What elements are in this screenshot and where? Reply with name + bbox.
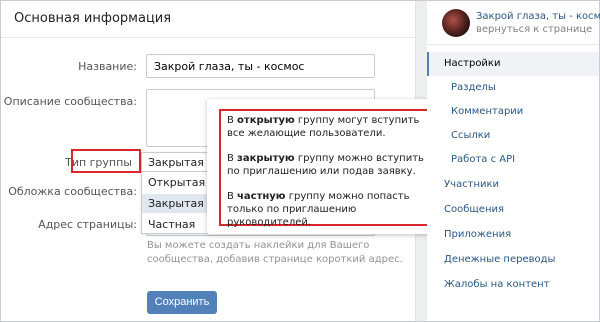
main-header: Основная информация bbox=[1, 1, 416, 38]
sidebar-item-sections[interactable]: Разделы bbox=[427, 76, 599, 100]
back-to-page-link[interactable]: вернуться к странице bbox=[476, 24, 592, 35]
tooltip-open-text: В открытую группу могут вступить все жел… bbox=[227, 115, 420, 139]
dropdown-option-private[interactable]: Частная bbox=[142, 215, 208, 234]
sidebar-item-messages[interactable]: Сообщения bbox=[427, 198, 599, 222]
name-input-value: Закрой глаза, ты - космос bbox=[154, 60, 305, 73]
group-type-label: Тип группы bbox=[65, 156, 132, 169]
sidebar: Закрой глаза, ты - космос вернуться к ст… bbox=[427, 1, 600, 321]
address-label: Адрес страницы: bbox=[38, 218, 137, 231]
group-type-dropdown[interactable]: Закрытая Открытая Закрытая Частная bbox=[141, 152, 209, 234]
address-hint: Вы можете создать наклейки для Вашего со… bbox=[147, 240, 403, 265]
dropdown-option-closed[interactable]: Закрытая bbox=[142, 194, 208, 213]
sidebar-item-links[interactable]: Ссылки bbox=[427, 124, 599, 148]
tooltip-closed-text: В закрытую группу можно вступить по приг… bbox=[227, 153, 424, 177]
cover-label: Обложка сообщества: bbox=[8, 185, 137, 198]
page-title: Основная информация bbox=[14, 11, 172, 26]
sidebar-item-content-reports[interactable]: Жалобы на контент bbox=[427, 273, 599, 297]
group-avatar[interactable] bbox=[442, 9, 470, 37]
save-button[interactable]: Сохранить bbox=[147, 291, 217, 314]
group-card[interactable]: Закрой глаза, ты - космос вернуться к ст… bbox=[427, 1, 600, 45]
group-name-link[interactable]: Закрой глаза, ты - космос bbox=[476, 11, 600, 22]
sidebar-item-money-transfers[interactable]: Денежные переводы bbox=[427, 248, 599, 272]
sidebar-item-settings[interactable]: Настройки bbox=[427, 52, 599, 76]
name-input[interactable]: Закрой глаза, ты - космос bbox=[146, 54, 375, 78]
sidebar-item-comments[interactable]: Комментарии bbox=[427, 100, 599, 124]
sidebar-item-apps[interactable]: Приложения bbox=[427, 223, 599, 247]
sidebar-item-api[interactable]: Работа с API bbox=[427, 148, 599, 172]
sidebar-item-members[interactable]: Участники bbox=[427, 173, 599, 197]
tooltip-private-text: В частную группу можно попасть только по… bbox=[227, 191, 410, 228]
name-label: Название: bbox=[78, 60, 137, 73]
group-type-tooltip: В открытую группу могут вступить все жел… bbox=[207, 99, 445, 234]
dropdown-selected-value[interactable]: Закрытая bbox=[142, 153, 208, 172]
dropdown-option-open[interactable]: Открытая bbox=[142, 173, 208, 192]
description-label: Описание сообщества: bbox=[3, 95, 137, 108]
